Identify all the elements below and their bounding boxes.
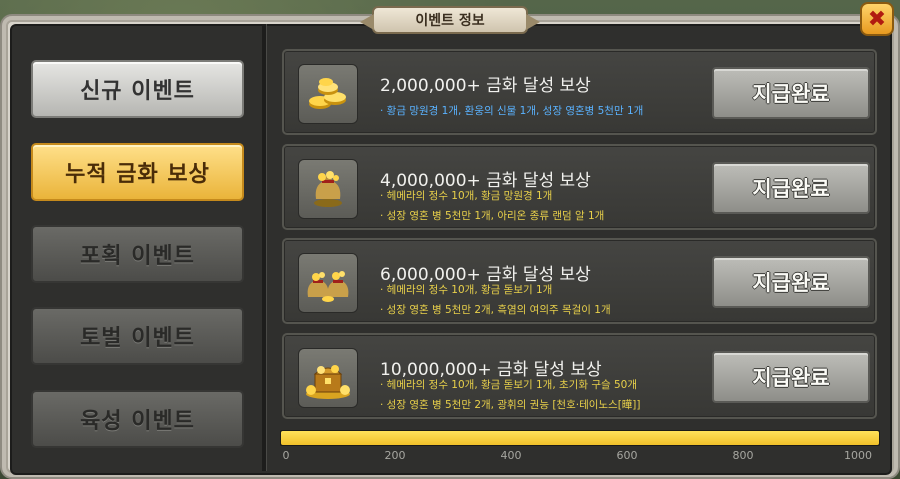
tab-cumulative-gold-reward[interactable]: 누적 금화 보상 [31, 143, 244, 201]
reward-item-line: · 황금 망원경 1개, 환웅의 신물 1개, 성장 영혼병 5천만 1개 [380, 105, 644, 117]
gold-progress-fill [281, 431, 879, 445]
tab-label: 토벌 이벤트 [80, 326, 195, 351]
reward-item-line: · 헤메라의 정수 10개, 황금 망원경 1개 [380, 190, 553, 202]
progress-tick-label: 800 [732, 449, 754, 462]
reward-item-line: · 성장 영혼 병 5천만 1개, 아리온 종류 랜덤 알 1개 [380, 210, 605, 222]
claim-complete-button[interactable]: 지급완료 [712, 67, 870, 119]
tab-subjugation-event[interactable]: 토벌 이벤트 [31, 307, 244, 365]
sidebar-divider [262, 24, 266, 471]
tab-capture-event[interactable]: 포획 이벤트 [31, 225, 244, 283]
progress-tick-label: 1000 [844, 449, 872, 462]
reward-row: 4,000,000+ 금화 달성 보상 · 헤메라의 정수 10개, 황금 망원… [282, 144, 877, 230]
claim-complete-button[interactable]: 지급완료 [712, 351, 870, 403]
reward-item-line: · 성장 영혼 병 5천만 2개, 광휘의 권능 [천호·테이노스[曄]] [380, 399, 641, 411]
gold-coins-icon [298, 64, 358, 124]
close-icon: ✖ [867, 6, 887, 32]
progress-tick-label: 400 [500, 449, 522, 462]
gold-sacks-icon [298, 253, 358, 313]
tab-label: 누적 금화 보상 [65, 162, 210, 187]
treasure-chest-icon [298, 348, 358, 408]
gold-progress-bar [280, 430, 880, 446]
reward-item-line: · 헤메라의 정수 10개, 황금 돋보기 1개 [380, 284, 553, 296]
reward-item-line: · 성장 영혼 병 5천만 2개, 흑염의 여의주 목걸이 1개 [380, 304, 611, 316]
claim-complete-button[interactable]: 지급완료 [712, 256, 870, 308]
reward-row: 6,000,000+ 금화 달성 보상 · 헤메라의 정수 10개, 황금 돋보… [282, 238, 877, 324]
progress-tick-label: 200 [384, 449, 406, 462]
reward-item-line: · 헤메라의 정수 10개, 황금 돋보기 1개, 초기화 구슬 50개 [380, 379, 637, 391]
tab-training-event[interactable]: 육성 이벤트 [31, 390, 244, 448]
tab-new-event[interactable]: 신규 이벤트 [31, 60, 244, 118]
reward-row: 10,000,000+ 금화 달성 보상 · 헤메라의 정수 10개, 황금 돋… [282, 333, 877, 419]
tab-label: 포획 이벤트 [80, 244, 195, 269]
reward-row: 2,000,000+ 금화 달성 보상 · 황금 망원경 1개, 환웅의 신물 … [282, 49, 877, 135]
reward-title: 2,000,000+ 금화 달성 보상 [380, 76, 591, 96]
small-gold-sack-icon [298, 159, 358, 219]
window-title: 이벤트 정보 [360, 6, 540, 34]
tab-label: 육성 이벤트 [80, 409, 195, 434]
claim-complete-button[interactable]: 지급완료 [712, 162, 870, 214]
tab-label: 신규 이벤트 [80, 79, 195, 104]
close-button[interactable]: ✖ [860, 2, 894, 36]
progress-tick-label: 600 [616, 449, 638, 462]
progress-tick-label: 0 [282, 449, 290, 462]
